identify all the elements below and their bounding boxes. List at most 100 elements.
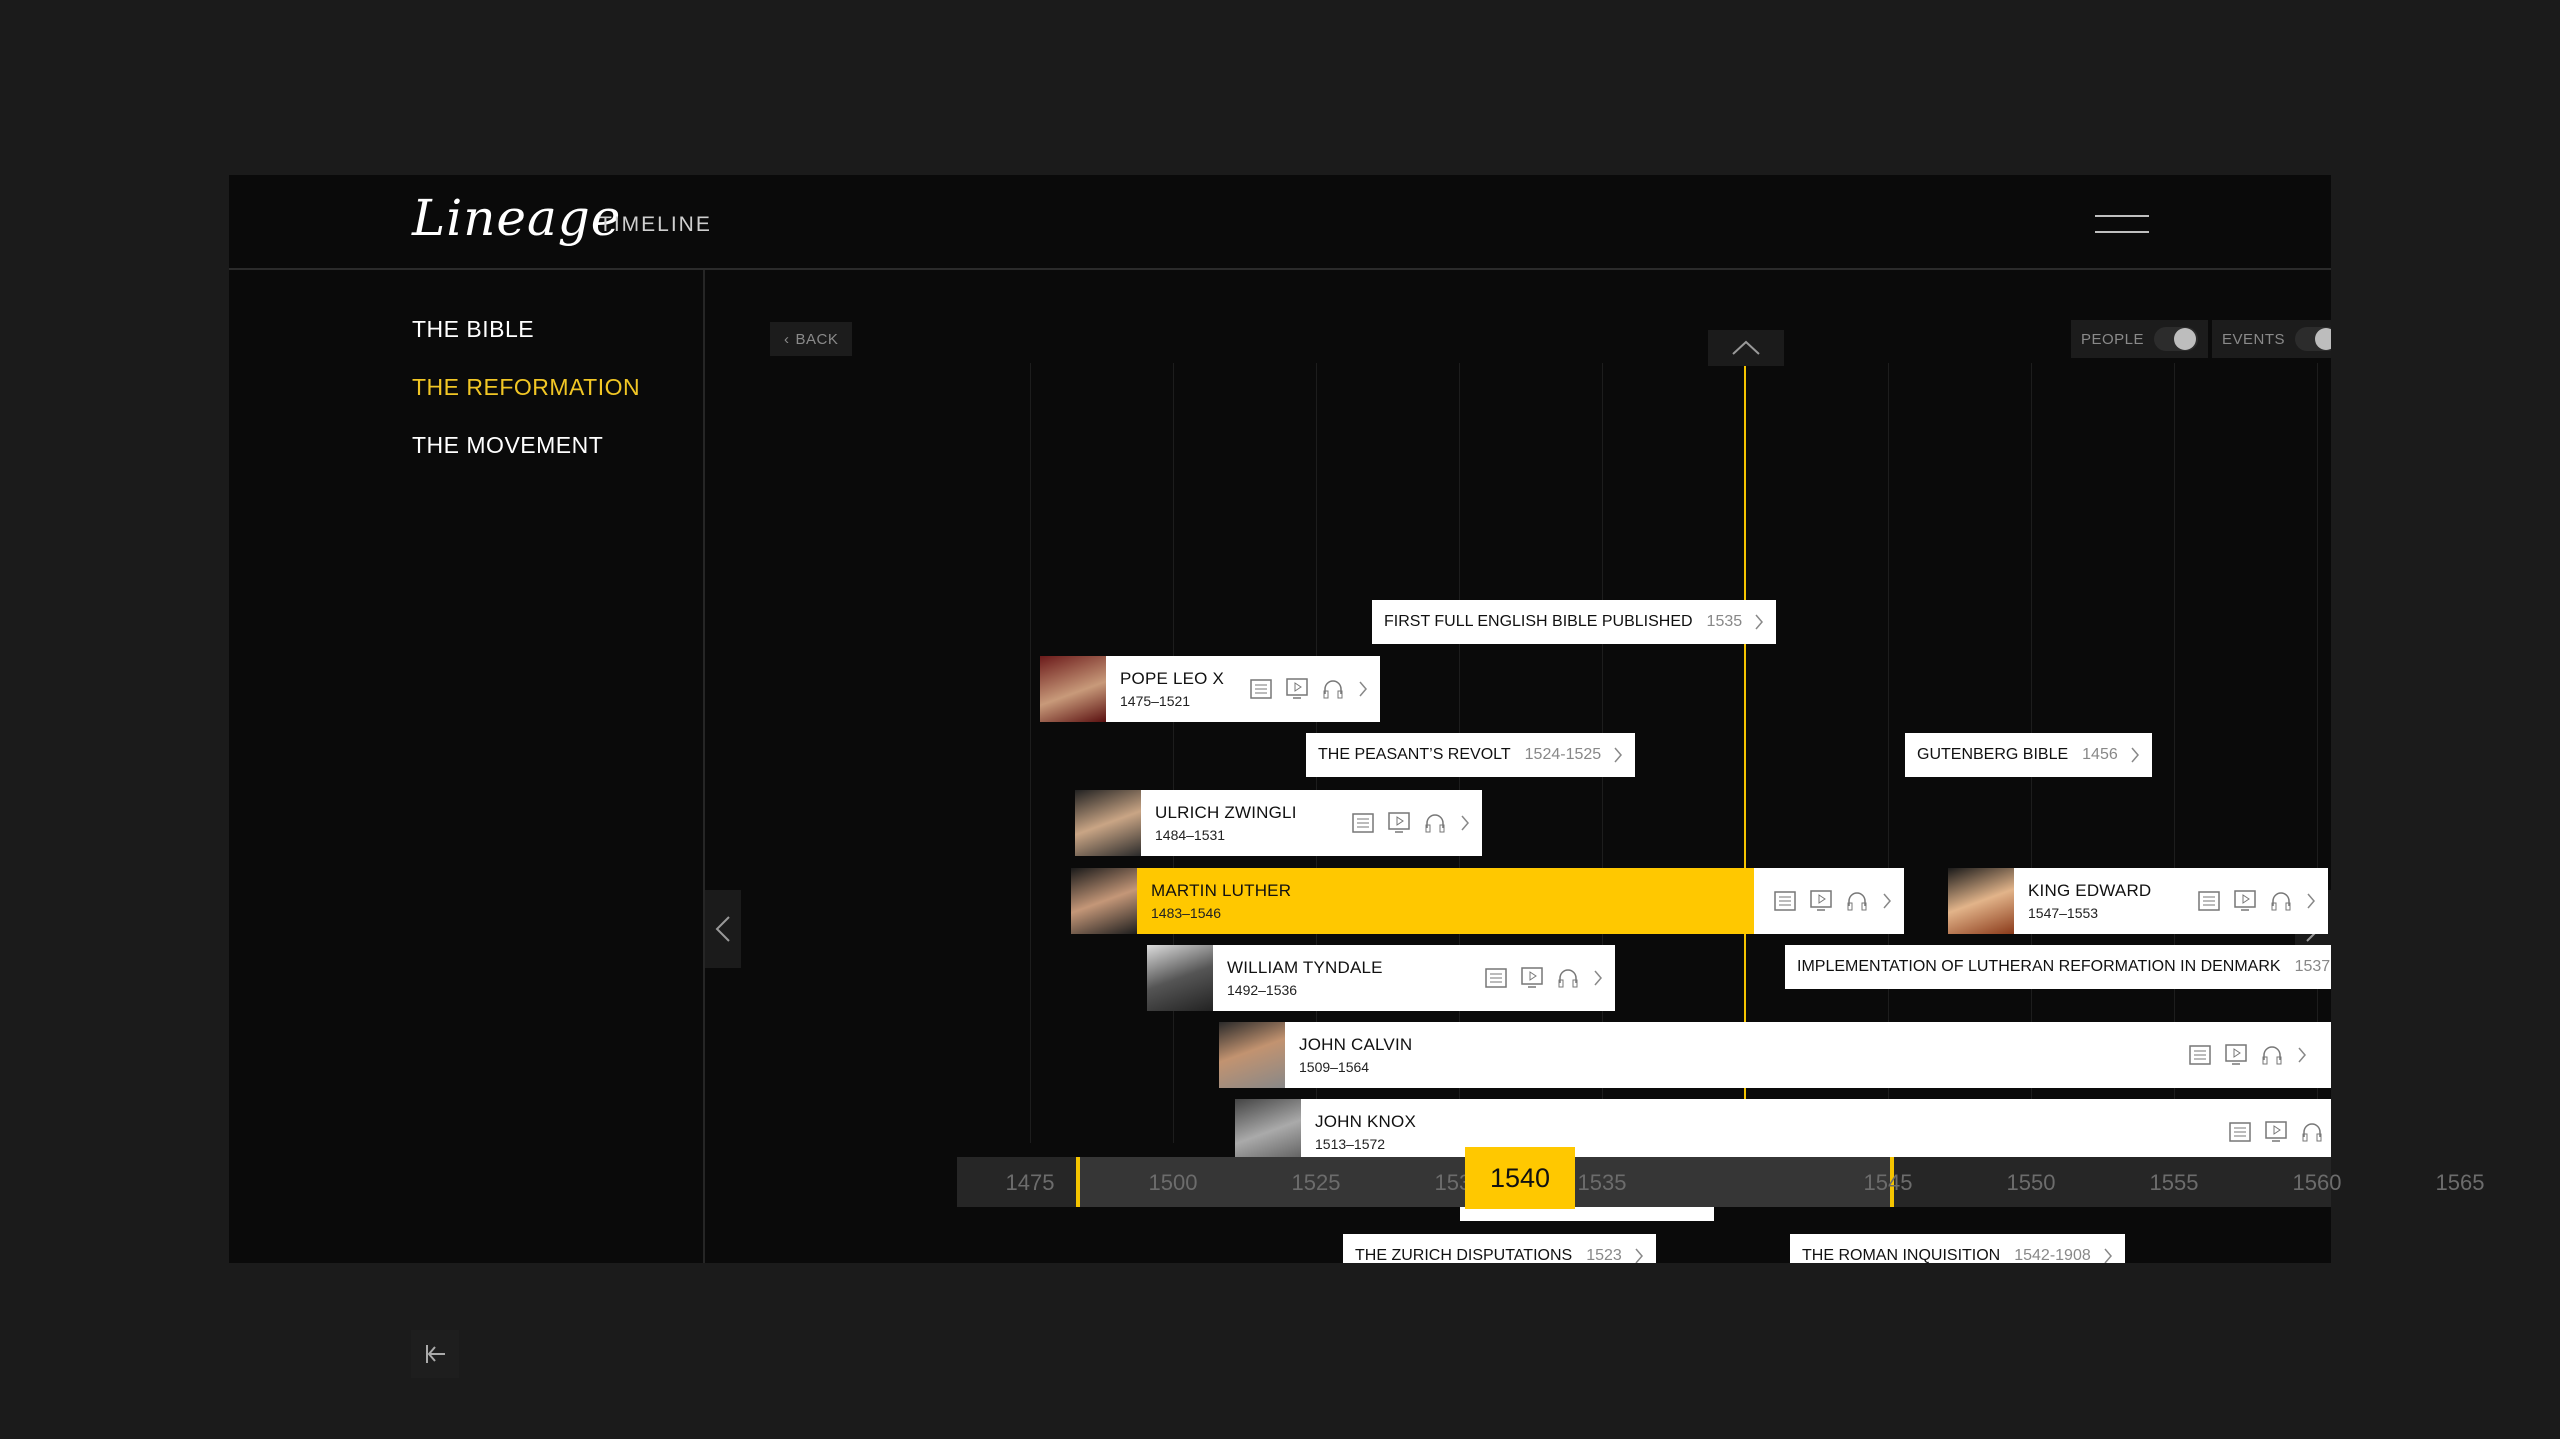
sidebar-item-the-bible[interactable]: THE BIBLE [412, 316, 534, 343]
current-year-indicator[interactable]: 1540 [1465, 1147, 1575, 1209]
audio-icon[interactable] [2301, 1121, 2323, 1143]
chevron-right-icon [1755, 614, 1764, 630]
collapse-left-icon [426, 1345, 445, 1363]
audio-icon[interactable] [1846, 890, 1868, 912]
avatar [1219, 1022, 1285, 1088]
video-icon[interactable] [2234, 890, 2256, 912]
events-toggle[interactable] [2295, 327, 2331, 351]
article-icon[interactable] [2189, 1045, 2211, 1065]
event-year: 1524-1525 [1524, 746, 1602, 763]
article-icon[interactable] [1485, 968, 1507, 988]
event-year: 1537 [2294, 958, 2331, 975]
audio-icon[interactable] [1322, 678, 1344, 700]
chevron-right-icon[interactable] [1882, 892, 1892, 910]
avatar [1040, 656, 1106, 722]
chevron-right-icon[interactable] [1460, 814, 1470, 832]
chevron-right-icon[interactable] [1593, 969, 1603, 987]
avatar [1071, 868, 1137, 934]
chevron-right-icon [1635, 1248, 1643, 1263]
person-dates: 1547–1553 [2028, 905, 2099, 921]
event-title: THE ZURICH DISPUTATIONS [1355, 1247, 1573, 1263]
tick-label: 1525 [1291, 1170, 1341, 1195]
logo[interactable]: Lineage [412, 189, 621, 247]
event-card[interactable]: IMPLEMENTATION OF LUTHERAN REFORMATION I… [1785, 945, 2331, 989]
chevron-right-icon[interactable] [1358, 680, 1368, 698]
timeline-axis[interactable]: 1475 1500 1525 1530 1535 1545 1550 1555 … [957, 1157, 2484, 1207]
article-icon[interactable] [1352, 813, 1374, 833]
person-dates: 1483–1546 [1151, 905, 1222, 921]
tick-label: 1545 [1863, 1170, 1913, 1195]
person-card[interactable]: POPE LEO X 1475–1521 [1040, 656, 1380, 722]
scroll-up-button[interactable] [1708, 330, 1784, 366]
people-filter[interactable]: PEOPLE [2071, 320, 2209, 358]
avatar [1075, 790, 1141, 856]
header: Lineage TIMELINE [229, 175, 2331, 270]
range-start-handle[interactable] [1076, 1157, 1080, 1207]
tick-label: 1535 [1577, 1170, 1627, 1195]
person-card[interactable]: WILLIAM TYNDALE 1492–1536 [1147, 945, 1615, 1011]
grid-line [1173, 363, 1174, 1143]
people-toggle[interactable] [2154, 327, 2199, 351]
video-icon[interactable] [2265, 1121, 2287, 1143]
events-filter[interactable]: EVENTS [2212, 320, 2331, 358]
audio-icon[interactable] [2270, 890, 2292, 912]
event-card[interactable]: FIRST FULL ENGLISH BIBLE PUBLISHED 1535 [1372, 600, 1777, 644]
video-icon[interactable] [1810, 890, 1832, 912]
event-card[interactable]: GUTENBERG BIBLE 1456 [1905, 733, 2152, 777]
article-icon[interactable] [2229, 1122, 2251, 1142]
avatar [1235, 1099, 1301, 1165]
scroll-left-button[interactable] [705, 890, 741, 968]
hamburger-menu-icon[interactable] [2095, 215, 2149, 233]
person-card[interactable]: JOHN KNOX 1513–1572 [1235, 1099, 2331, 1165]
grid-line [1030, 363, 1031, 1143]
sidebar-item-the-reformation[interactable]: THE REFORMATION [412, 374, 640, 401]
audio-icon[interactable] [1424, 812, 1446, 834]
person-card-featured[interactable]: MARTIN LUTHER 1483–1546 [1071, 868, 1904, 934]
person-dates: 1513–1572 [1315, 1136, 1386, 1152]
video-icon[interactable] [1286, 678, 1308, 700]
chevron-right-icon [2104, 1248, 2112, 1263]
person-name: KING EDWARD [2028, 881, 2152, 900]
person-name: JOHN KNOX [1315, 1112, 1416, 1131]
person-name: WILLIAM TYNDALE [1227, 958, 1383, 977]
chevron-right-icon[interactable] [2306, 892, 2316, 910]
avatar [1147, 945, 1213, 1011]
event-year: 1535 [1706, 613, 1743, 630]
event-card[interactable]: THE PEASANT’S REVOLT 1524-1525 [1306, 733, 1636, 777]
video-icon[interactable] [1521, 967, 1543, 989]
person-dates: 1484–1531 [1155, 827, 1226, 843]
article-icon[interactable] [1774, 891, 1796, 911]
person-card[interactable]: JOHN CALVIN 1509–1564 [1219, 1022, 2331, 1088]
chevron-right-icon [1614, 747, 1623, 763]
event-title: GUTENBERG BIBLE [1917, 746, 2069, 763]
video-icon[interactable] [2225, 1044, 2247, 1066]
tick-label: 1560 [2292, 1170, 2342, 1195]
event-card[interactable]: THE ZURICH DISPUTATIONS 1523 [1343, 1234, 1656, 1263]
person-card[interactable]: ULRICH ZWINGLI 1484–1531 [1075, 790, 1482, 856]
sidebar-item-the-movement[interactable]: THE MOVEMENT [412, 432, 603, 459]
event-year: 1456 [2082, 746, 2118, 763]
person-name: JOHN CALVIN [1299, 1035, 1413, 1054]
article-icon[interactable] [1250, 679, 1272, 699]
person-dates: 1492–1536 [1227, 982, 1298, 998]
chevron-right-icon [2131, 747, 2139, 763]
audio-icon[interactable] [2261, 1044, 2283, 1066]
article-icon[interactable] [2198, 891, 2220, 911]
event-title: FIRST FULL ENGLISH BIBLE PUBLISHED [1384, 613, 1693, 630]
collapse-sidebar-button[interactable] [411, 1330, 459, 1378]
person-card[interactable]: KING EDWARD 1547–1553 [1948, 868, 2328, 934]
tick-label: 1475 [1005, 1170, 1055, 1195]
people-label: PEOPLE [2081, 330, 2145, 348]
tick-label: 1500 [1148, 1170, 1198, 1195]
back-button[interactable]: ‹ BACK [770, 322, 853, 356]
person-name: POPE LEO X [1120, 669, 1225, 688]
person-name: ULRICH ZWINGLI [1155, 803, 1297, 822]
tick-label: 1565 [2435, 1170, 2485, 1195]
avatar [1948, 868, 2014, 934]
video-icon[interactable] [1388, 812, 1410, 834]
person-dates: 1475–1521 [1120, 693, 1191, 709]
event-card[interactable]: THE ROMAN INQUISITION 1542-1908 [1790, 1234, 2125, 1263]
audio-icon[interactable] [1557, 967, 1579, 989]
chevron-right-icon[interactable] [2297, 1046, 2307, 1064]
chevron-left-icon: ‹ [784, 330, 790, 348]
